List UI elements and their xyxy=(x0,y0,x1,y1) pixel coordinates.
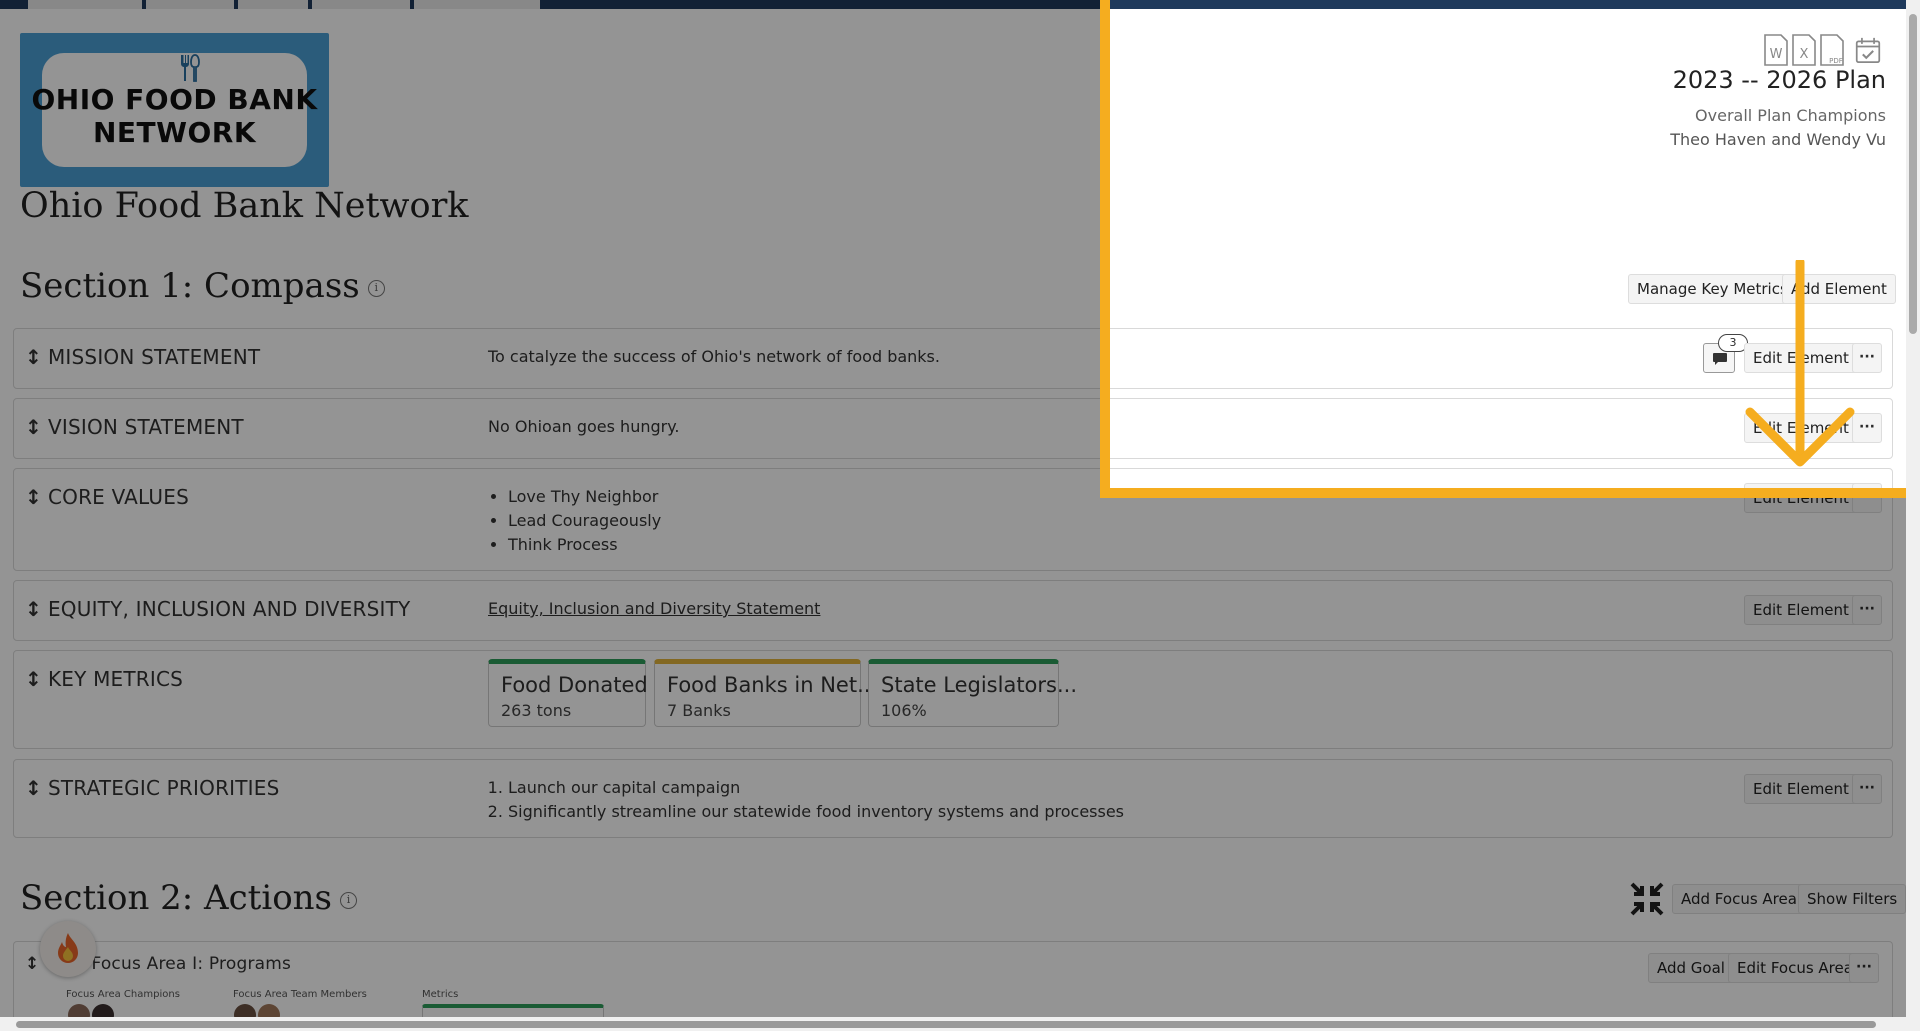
arrow-down-icon xyxy=(1745,260,1855,467)
horizontal-scrollbar[interactable] xyxy=(0,1017,1906,1031)
vertical-scrollbar[interactable] xyxy=(1906,0,1920,1031)
dim-overlay xyxy=(0,0,1100,1031)
dim-overlay xyxy=(1100,498,1920,1031)
